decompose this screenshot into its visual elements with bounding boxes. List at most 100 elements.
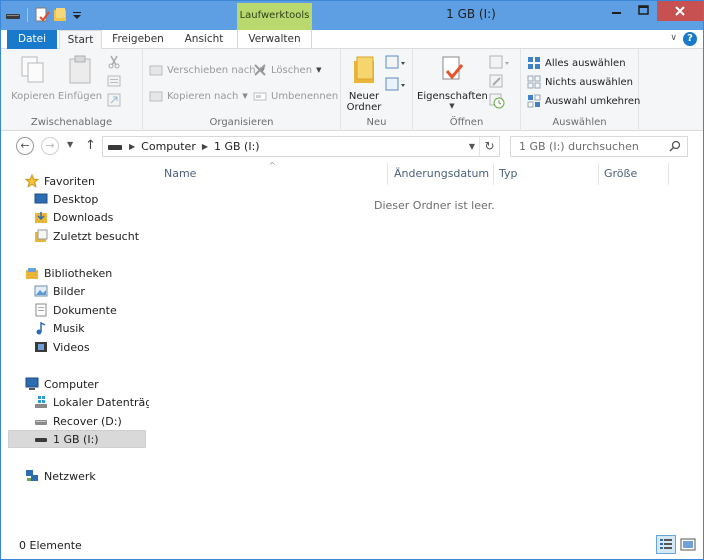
new-folder-icon [344, 55, 384, 88]
delete-button[interactable]: Löschen ▼ [253, 63, 321, 77]
paste-icon [57, 55, 103, 88]
recent-locations-icon[interactable]: ▼ [67, 140, 73, 149]
large-icons-view-button[interactable] [678, 535, 698, 554]
copy-to-button[interactable]: Kopieren nach ▼ [149, 89, 248, 103]
tab-datei[interactable]: Datei [7, 30, 57, 49]
nav-recent-label: Zuletzt besucht [53, 229, 140, 243]
properties-qat-icon[interactable] [34, 7, 50, 23]
nav-favorites[interactable]: Favoriten [24, 172, 95, 190]
nav-music[interactable]: Musik [34, 319, 85, 337]
address-bar[interactable]: ▶ Computer ▶ 1 GB (I:) ▼ ↻ [102, 136, 500, 157]
up-arrow-icon[interactable]: ↑ [85, 138, 96, 153]
copy-path-icon[interactable] [107, 74, 121, 91]
tab-freigeben[interactable]: Freigeben [107, 30, 169, 49]
qat-customize-icon[interactable] [72, 7, 82, 23]
paste-shortcut-icon[interactable] [107, 93, 121, 110]
open-icon[interactable] [489, 55, 511, 74]
network-icon [25, 469, 39, 483]
window-title: 1 GB (I:) [446, 7, 496, 21]
cut-icon[interactable] [107, 55, 121, 72]
windows-drive-icon [34, 395, 48, 409]
move-to-button[interactable]: Verschieben nach ▼ [149, 63, 265, 77]
details-view-button[interactable] [656, 535, 676, 554]
nav-local-disk[interactable]: Lokaler Datenträger [34, 393, 164, 411]
paste-button[interactable]: Einfügen [57, 55, 103, 102]
select-none-icon [527, 75, 541, 89]
column-type[interactable]: Typ [499, 167, 518, 180]
nav-videos[interactable]: Videos [34, 338, 90, 356]
music-icon [34, 321, 48, 335]
column-modified[interactable]: Änderungsdatum [394, 167, 489, 180]
tab-start[interactable]: Start [59, 30, 102, 50]
forward-button[interactable]: → [41, 137, 59, 155]
drive-icon[interactable] [5, 7, 21, 23]
qat-separator [27, 8, 28, 22]
invert-selection-icon [527, 94, 541, 108]
close-button[interactable] [657, 1, 703, 21]
column-separator[interactable] [387, 163, 388, 185]
nav-downloads[interactable]: Downloads [34, 208, 113, 226]
explorer-window: Laufwerktools 1 GB (I:) Datei Start Frei… [0, 0, 704, 560]
help-icon[interactable]: ? [683, 32, 697, 46]
edit-icon[interactable] [489, 74, 505, 93]
nav-recover-label: Recover (D:) [53, 414, 122, 428]
refresh-icon[interactable]: ↻ [479, 137, 499, 156]
context-tab-group-label: Laufwerktools [237, 3, 312, 30]
properties-button[interactable]: Eigenschaften ▼ [417, 55, 488, 110]
breadcrumb-drive[interactable]: 1 GB (I:) [214, 140, 260, 153]
select-all-icon [528, 57, 540, 69]
select-all-button[interactable]: Alles auswählen [527, 56, 626, 70]
documents-icon [34, 303, 48, 317]
nav-pictures[interactable]: Bilder [34, 282, 85, 300]
column-separator[interactable] [668, 163, 669, 185]
nav-recover[interactable]: Recover (D:) [34, 412, 122, 430]
column-name[interactable]: Name [164, 167, 196, 180]
empty-folder-message: Dieser Ordner ist leer. [374, 199, 495, 212]
history-icon[interactable] [489, 93, 505, 112]
new-folder-label-1: Neuer [348, 91, 380, 102]
back-button[interactable]: ← [16, 137, 34, 155]
computer-icon [25, 377, 39, 391]
hard-drive-icon [34, 414, 48, 428]
column-separator[interactable] [598, 163, 599, 185]
nav-documents[interactable]: Dokumente [34, 301, 117, 319]
group-label-organize: Organisieren [209, 117, 274, 128]
nav-desktop[interactable]: Desktop [34, 190, 98, 208]
tab-verwalten[interactable]: Verwalten [237, 30, 312, 49]
maximize-button[interactable] [630, 1, 657, 21]
nav-usb-drive[interactable]: 1 GB (I:) [8, 430, 146, 448]
tab-ansicht[interactable]: Ansicht [177, 30, 231, 49]
nav-computer[interactable]: Computer [25, 375, 99, 393]
column-separator[interactable] [493, 163, 494, 185]
easy-access-icon[interactable] [385, 77, 407, 96]
breadcrumb-computer[interactable]: Computer [141, 140, 196, 153]
search-icon[interactable] [669, 140, 681, 155]
new-item-icon[interactable] [385, 55, 407, 74]
group-clipboard: Kopieren Einfügen Zwischenablage [1, 49, 143, 131]
nav-libraries[interactable]: Bibliotheken [25, 264, 112, 282]
recent-places-icon [34, 229, 48, 243]
copy-button[interactable]: Kopieren [11, 55, 55, 102]
column-size[interactable]: Größe [604, 167, 637, 180]
nav-music-label: Musik [53, 321, 85, 335]
new-folder-qat-icon[interactable] [53, 7, 69, 23]
desktop-icon [34, 192, 48, 206]
search-box[interactable]: 1 GB (I:) durchsuchen [510, 136, 688, 157]
rename-button[interactable]: Umbenennen [253, 89, 338, 103]
address-dropdown-icon[interactable]: ▼ [469, 142, 475, 151]
new-folder-button[interactable]: Neuer Ordner [344, 55, 384, 113]
nav-network[interactable]: Netzwerk [25, 467, 96, 485]
window-controls [603, 1, 703, 21]
group-new: Neuer Ordner Neu [341, 49, 413, 131]
select-all-label: Alles auswählen [545, 57, 626, 69]
paste-label: Einfügen [57, 91, 103, 102]
ribbon-expand-icon[interactable]: ∨ [670, 33, 677, 43]
group-label-select: Auswählen [552, 117, 607, 128]
breadcrumb: ▶ Computer ▶ 1 GB (I:) [107, 140, 260, 153]
minimize-button[interactable] [603, 1, 630, 21]
invert-selection-button[interactable]: Auswahl umkehren [527, 94, 640, 108]
details-view-icon [660, 539, 672, 549]
usb-drive-icon [34, 432, 48, 446]
select-none-button[interactable]: Nichts auswählen [527, 75, 633, 89]
nav-recent[interactable]: Zuletzt besucht [34, 227, 139, 245]
